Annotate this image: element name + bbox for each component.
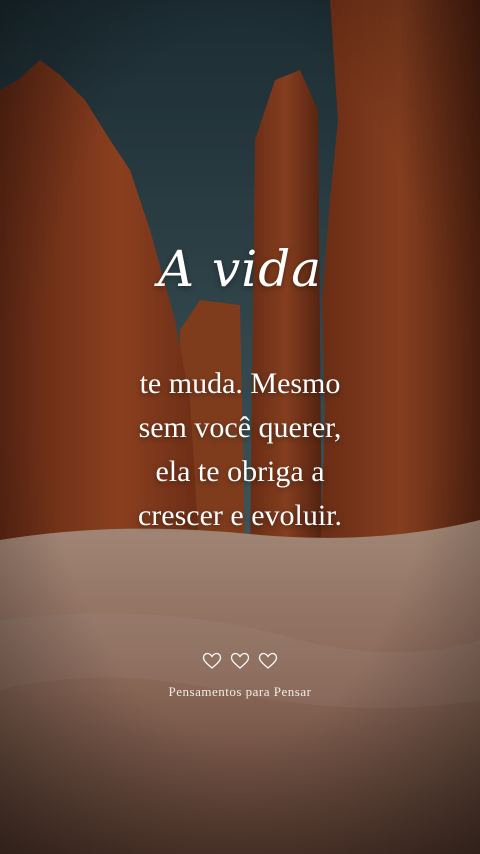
hearts-row	[0, 652, 480, 670]
credit-text: Pensamentos para Pensar	[168, 684, 312, 699]
quote-line: crescer e evoluir.	[137, 499, 343, 532]
quote-line: te muda. Mesmo	[139, 367, 341, 400]
heart-icon	[258, 652, 278, 669]
quote-body: te muda. Mesmo sem você querer, ela te o…	[0, 362, 480, 538]
quote-title: A vida	[157, 240, 323, 298]
quote-line: ela te obriga a	[155, 455, 325, 488]
heart-icon	[202, 652, 222, 669]
quote-line: sem você querer,	[138, 411, 342, 444]
heart-icon	[230, 652, 250, 669]
